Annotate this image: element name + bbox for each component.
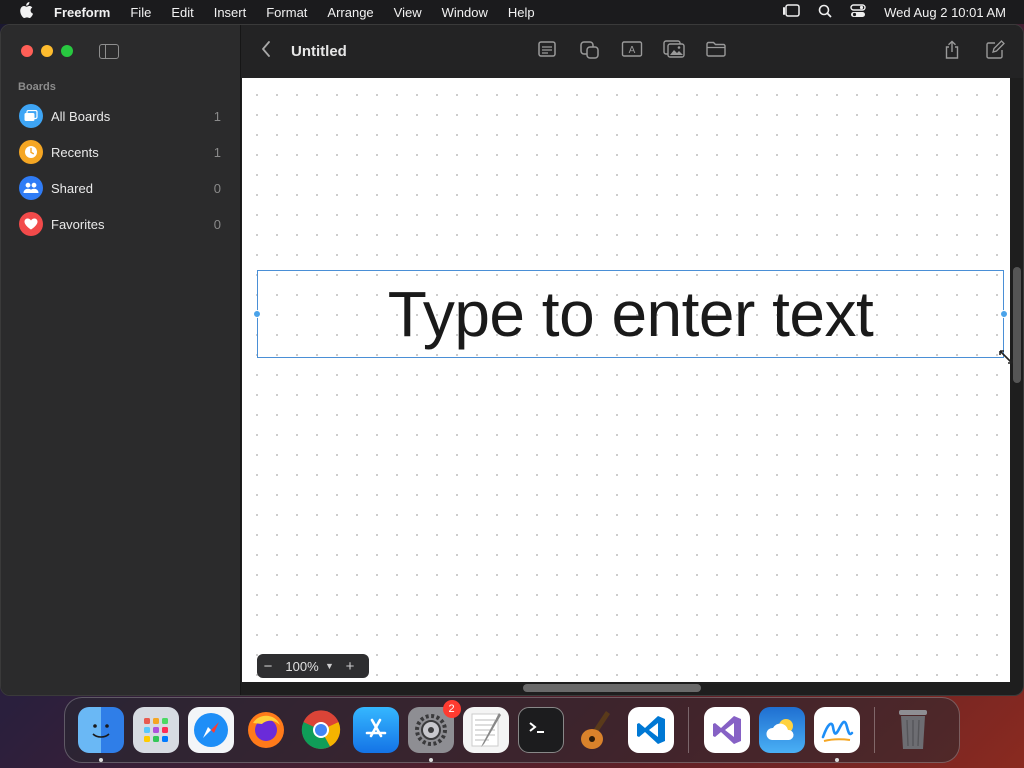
- svg-text:A: A: [629, 45, 636, 56]
- zoom-in-button[interactable]: +: [339, 658, 361, 675]
- window-controls: [21, 45, 73, 57]
- minimize-window-button[interactable]: [41, 45, 53, 57]
- folder-icon[interactable]: [705, 40, 727, 60]
- dock-garageband-icon[interactable]: [573, 707, 619, 753]
- sidebar-item-count: 1: [213, 144, 221, 160]
- new-board-icon[interactable]: [985, 40, 1007, 60]
- apple-menu-icon[interactable]: [8, 2, 44, 22]
- sidebar-toggle-icon[interactable]: [99, 44, 119, 59]
- dock-trash-icon[interactable]: [890, 707, 936, 753]
- dock-weather-icon[interactable]: [758, 707, 805, 753]
- dock-vscode-icon[interactable]: [627, 707, 674, 753]
- toolbar: Untitled A: [241, 25, 1023, 78]
- resize-handle-left[interactable]: [253, 310, 261, 318]
- dock: 2: [64, 697, 960, 763]
- running-indicator: [428, 758, 433, 762]
- heart-icon: [19, 212, 43, 236]
- board-canvas[interactable]: Type to enter text: [242, 78, 1013, 682]
- board-list: All Boards 1 Recents 1 Shared 0 Favorite…: [11, 98, 231, 242]
- resize-handle-right[interactable]: [1000, 310, 1008, 318]
- dock-finder-icon[interactable]: [77, 707, 124, 762]
- back-chevron-icon[interactable]: [261, 40, 281, 63]
- sidebar-item-label: All Boards: [51, 108, 111, 124]
- sidebar-item-all-boards[interactable]: All Boards 1: [11, 98, 231, 134]
- toolbar-right: [943, 40, 1007, 60]
- stage-manager-icon[interactable]: [782, 3, 800, 21]
- zoom-window-button[interactable]: [61, 45, 73, 57]
- insert-tools: A: [537, 40, 727, 60]
- text-box-icon[interactable]: A: [621, 40, 643, 60]
- shapes-icon[interactable]: [579, 40, 601, 60]
- menu-file[interactable]: File: [120, 5, 161, 20]
- dock-terminal-icon[interactable]: [517, 707, 564, 753]
- boards-section-title: Boards: [18, 81, 56, 93]
- zoom-menu-chevron-icon[interactable]: ▼: [325, 661, 339, 671]
- sidebar-item-count: 1: [213, 108, 221, 124]
- close-window-button[interactable]: [21, 45, 33, 57]
- menubar-clock[interactable]: Wed Aug 2 10:01 AM: [884, 5, 1006, 20]
- dock-separator: [688, 707, 689, 753]
- sidebar-item-favorites[interactable]: Favorites 0: [11, 206, 231, 242]
- dock-settings-icon[interactable]: 2: [407, 700, 461, 762]
- zoom-control: − 100% ▼ +: [257, 654, 369, 678]
- sidebar-item-shared[interactable]: Shared 0: [11, 170, 231, 206]
- control-center-icon[interactable]: [850, 3, 866, 21]
- menu-window[interactable]: Window: [432, 5, 498, 20]
- sidebar-item-label: Favorites: [51, 216, 105, 232]
- sidebar-item-recents[interactable]: Recents 1: [11, 134, 231, 170]
- menu-edit[interactable]: Edit: [161, 5, 203, 20]
- text-box[interactable]: Type to enter text: [253, 270, 1008, 358]
- sticky-note-icon[interactable]: [537, 40, 559, 60]
- menu-insert[interactable]: Insert: [204, 5, 257, 20]
- running-indicator: [834, 758, 839, 762]
- menu-app-name[interactable]: Freeform: [44, 5, 120, 20]
- zoom-out-button[interactable]: −: [257, 658, 279, 675]
- freeform-window: Boards All Boards 1 Recents 1 Shared 0 F…: [0, 24, 1024, 696]
- dock-separator: [874, 707, 875, 753]
- dock-firefox-icon[interactable]: [243, 707, 289, 753]
- dock-appstore-icon[interactable]: [352, 707, 399, 753]
- menu-format[interactable]: Format: [256, 5, 317, 20]
- people-icon: [19, 176, 43, 200]
- sidebar: Boards All Boards 1 Recents 1 Shared 0 F…: [1, 25, 241, 695]
- running-indicator: [98, 758, 103, 762]
- dock-textedit-icon[interactable]: [462, 707, 509, 753]
- board-title[interactable]: Untitled: [291, 43, 347, 60]
- sidebar-item-label: Shared: [51, 180, 93, 196]
- dock-freeform-icon[interactable]: [813, 707, 860, 762]
- dock-launchpad-icon[interactable]: [132, 707, 179, 753]
- notification-badge: 2: [442, 700, 461, 718]
- media-icon[interactable]: [663, 40, 685, 60]
- menu-help[interactable]: Help: [498, 5, 545, 20]
- dock-chrome-icon[interactable]: [298, 707, 344, 753]
- menu-arrange[interactable]: Arrange: [317, 5, 383, 20]
- text-box-placeholder[interactable]: Type to enter text: [388, 277, 874, 351]
- sidebar-item-count: 0: [213, 180, 221, 196]
- zoom-level[interactable]: 100%: [279, 659, 325, 674]
- share-icon[interactable]: [943, 40, 965, 60]
- menu-view[interactable]: View: [384, 5, 432, 20]
- resize-cursor-icon: [999, 350, 1013, 367]
- vertical-scrollbar[interactable]: [1013, 267, 1021, 383]
- sidebar-item-count: 0: [213, 216, 221, 232]
- dock-safari-icon[interactable]: [187, 707, 234, 753]
- menu-bar: Freeform File Edit Insert Format Arrange…: [0, 0, 1024, 24]
- horizontal-scrollbar[interactable]: [523, 684, 701, 692]
- clock-icon: [19, 140, 43, 164]
- dock-visualstudio-icon[interactable]: [703, 707, 750, 753]
- boards-icon: [19, 104, 43, 128]
- spotlight-search-icon[interactable]: [818, 4, 832, 21]
- sidebar-item-label: Recents: [51, 144, 99, 160]
